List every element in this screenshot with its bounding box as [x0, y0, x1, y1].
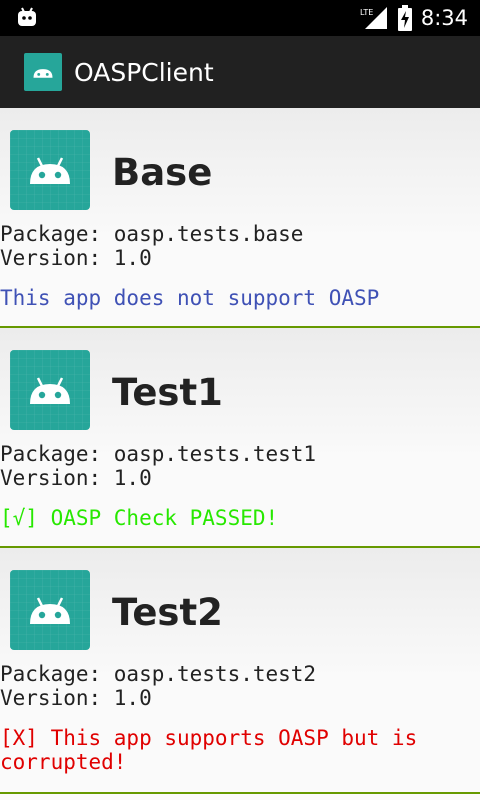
app-meta: Package: oasp.tests.base Version: 1.0 — [0, 222, 303, 270]
clock: 8:34 — [420, 6, 468, 30]
version-label: Version: 1.0 — [0, 686, 152, 710]
android-debug-icon — [18, 7, 36, 26]
app-card-test1[interactable]: Test1 Package: oasp.tests.test1 Version: … — [0, 328, 480, 548]
android-app-icon — [10, 570, 90, 650]
android-app-icon — [24, 53, 62, 91]
app-name: Base — [112, 151, 213, 194]
app-title: OASPClient — [74, 57, 214, 87]
app-name: Test1 — [112, 371, 223, 414]
status-bar: LTE 8:34 — [0, 0, 480, 36]
lte-signal-icon: LTE — [360, 7, 387, 29]
app-list: Base Package: oasp.tests.base Version: 1.… — [0, 108, 480, 794]
android-app-icon — [10, 350, 90, 430]
app-card-base[interactable]: Base Package: oasp.tests.base Version: 1.… — [0, 108, 480, 328]
version-label: Version: 1.0 — [0, 246, 152, 270]
android-app-icon — [10, 130, 90, 210]
app-card-test2[interactable]: Test2 Package: oasp.tests.test2 Version: … — [0, 548, 480, 794]
package-label: Package: oasp.tests.test2 — [0, 662, 317, 686]
package-label: Package: oasp.tests.test1 — [0, 442, 317, 466]
version-label: Version: 1.0 — [0, 466, 152, 490]
app-bar: OASPClient — [0, 36, 480, 108]
package-label: Package: oasp.tests.base — [0, 222, 304, 246]
svg-text:LTE: LTE — [360, 8, 373, 17]
battery-charging-icon — [397, 5, 412, 31]
oasp-status: This app does not support OASP — [0, 286, 380, 310]
oasp-status: [√] OASP Check PASSED! — [0, 506, 279, 530]
divider — [0, 792, 480, 794]
app-meta: Package: oasp.tests.test2 Version: 1.0 — [0, 662, 316, 710]
app-name: Test2 — [112, 591, 223, 634]
app-meta: Package: oasp.tests.test1 Version: 1.0 — [0, 442, 316, 490]
oasp-status: [X] This app supports OASP but is corrup… — [0, 726, 430, 774]
